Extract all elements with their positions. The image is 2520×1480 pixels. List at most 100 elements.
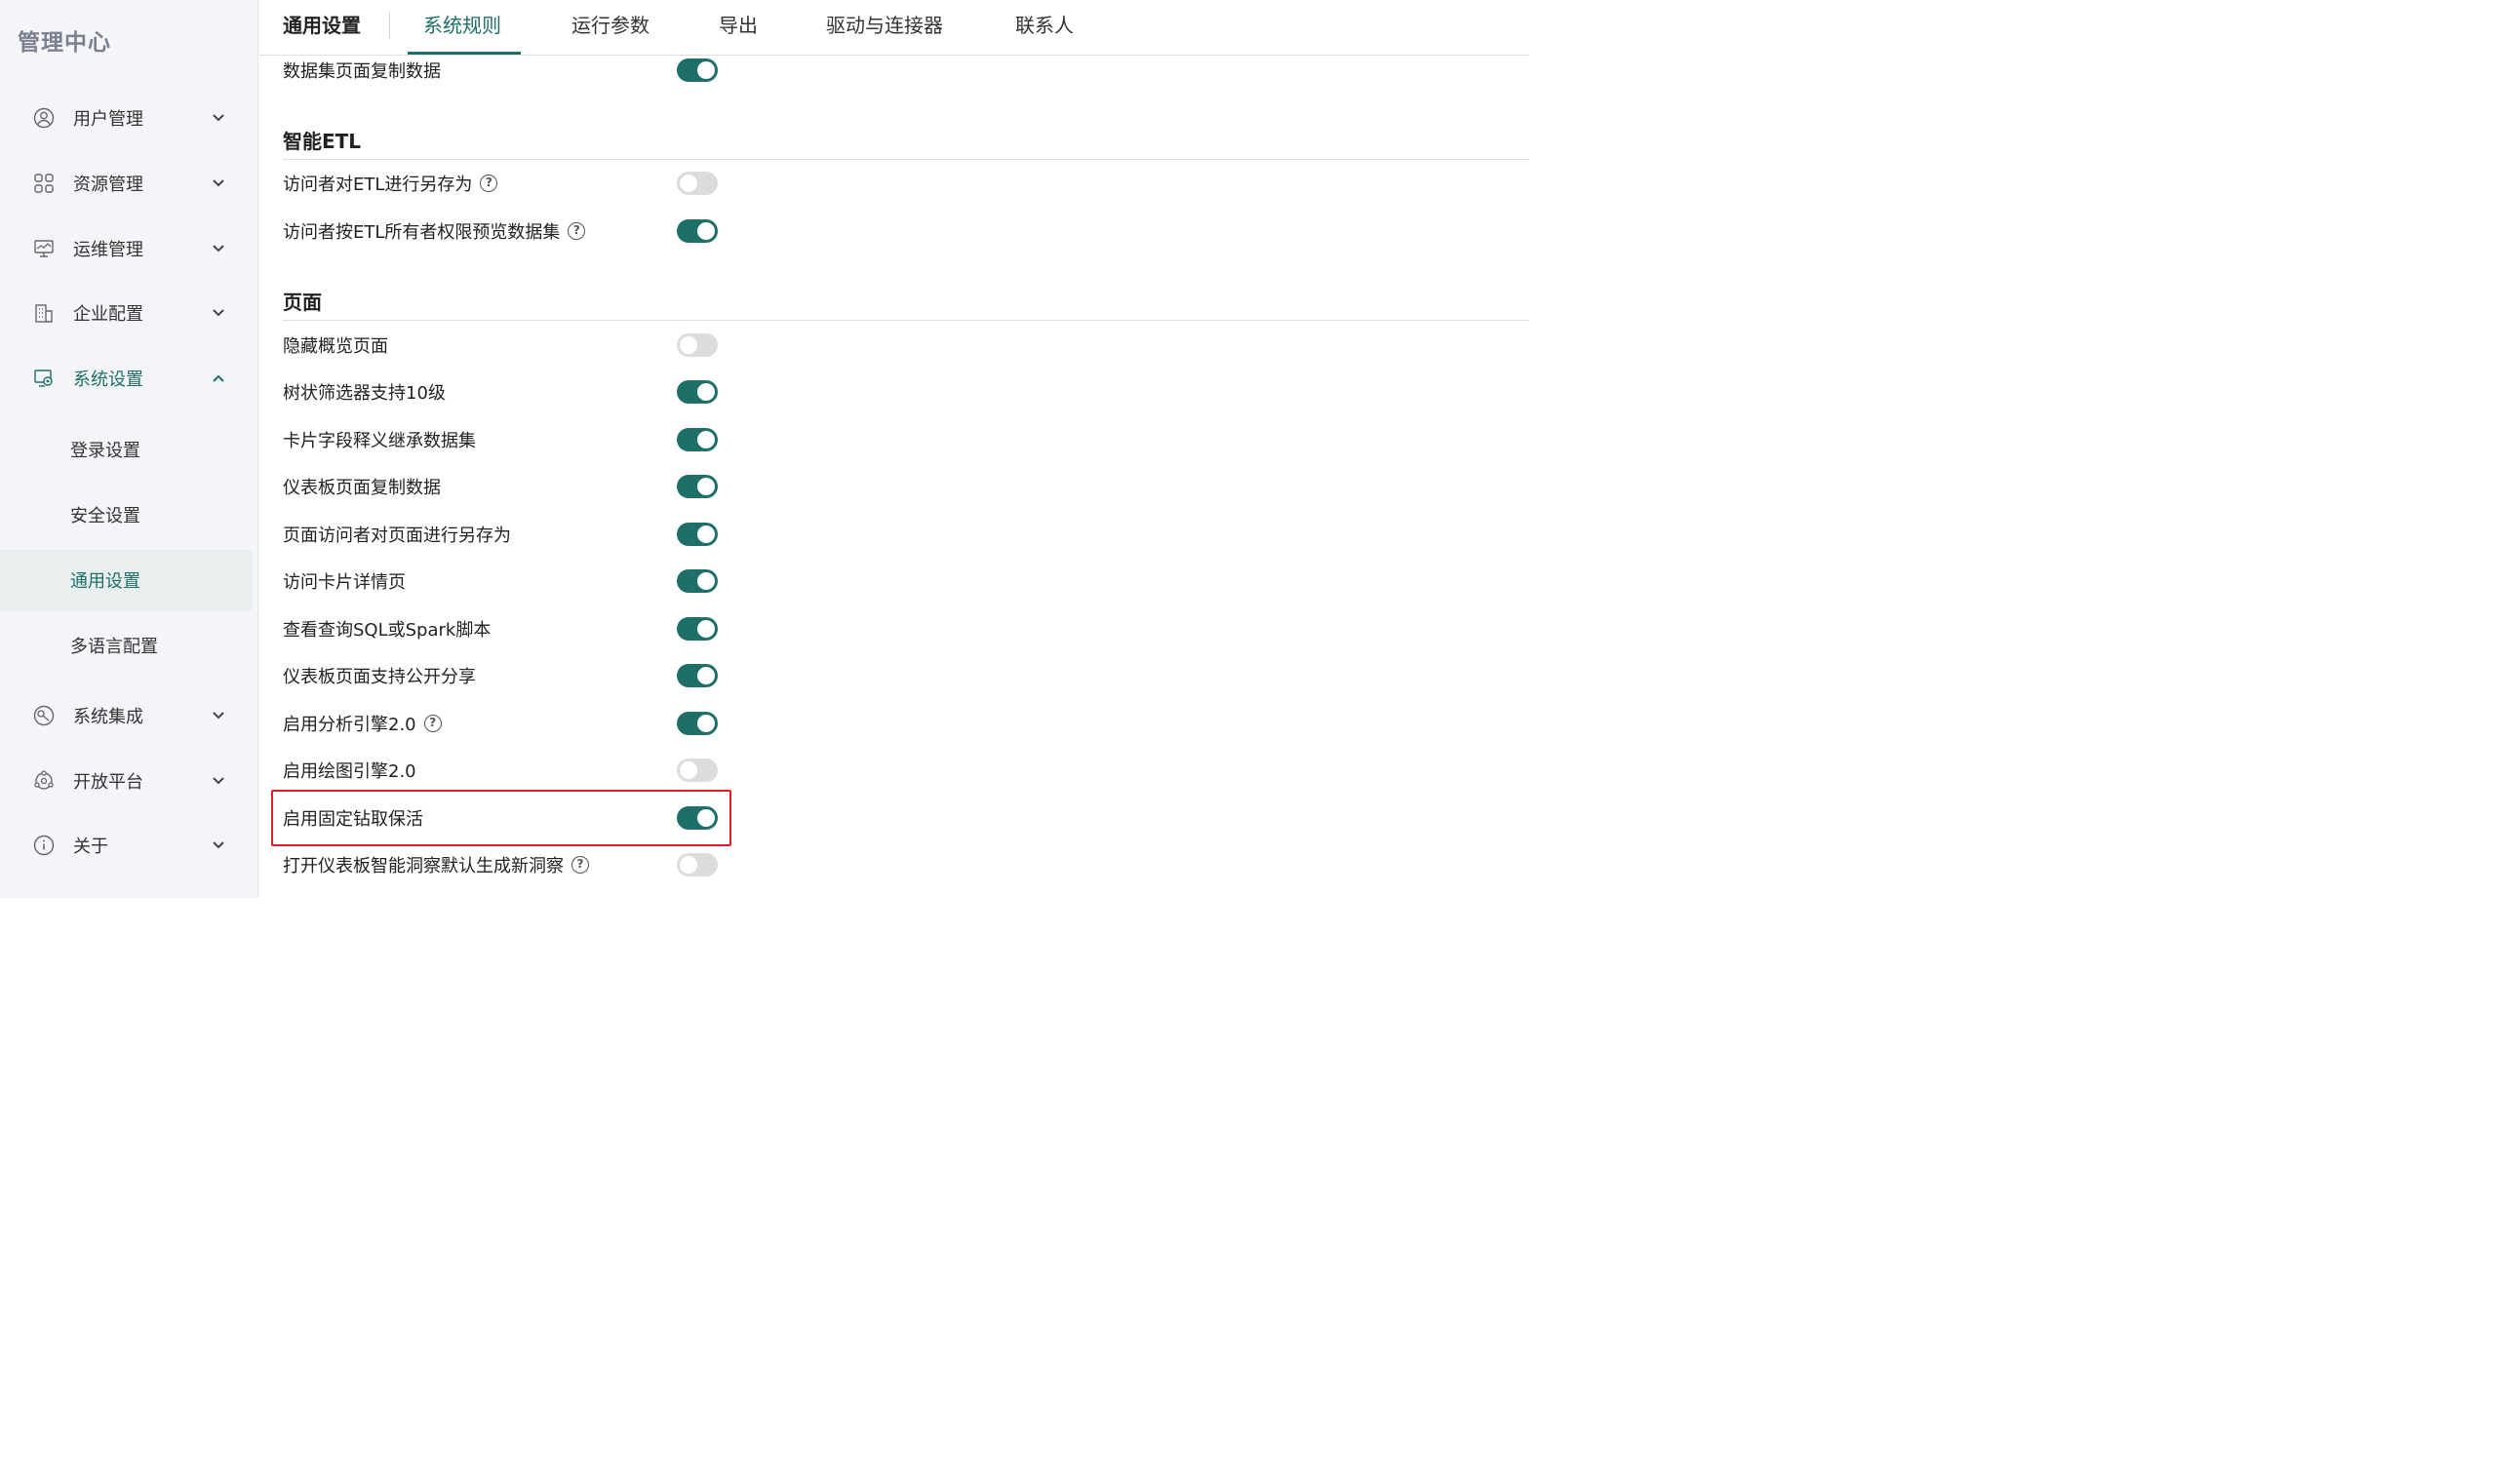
setting-label-text: 访问者对ETL进行另存为 [283,175,473,195]
chevron-up-icon [213,374,224,382]
sidebar-item-label: 企业配置 [73,304,143,325]
toggle-drawing-engine-2[interactable] [677,759,718,782]
setting-row: 启用分析引擎2.0? [259,704,1040,743]
toggle-public-share[interactable] [677,664,718,687]
tab-drivers-connectors[interactable]: 驱动与连接器 [826,0,943,55]
setting-row: 树状筛选器支持10级 [259,372,1040,411]
setting-row: 打开仪表板智能洞察默认生成新洞察? [259,845,1040,884]
sidebar-item-ops-management[interactable]: 运维管理 [0,219,252,278]
toggle-hide-overview[interactable] [677,333,718,357]
setting-label-text: 仪表板页面支持公开分享 [283,667,476,687]
toggle-smart-insight-default[interactable] [677,853,718,876]
toggle-card-field-inherit[interactable] [677,428,718,451]
sidebar: 管理中心 用户管理 资源管理 运维管理 企业配置 系统设置 登录设置 安全设置 … [0,0,258,898]
integration-icon [33,705,55,726]
tab-export[interactable]: 导出 [719,0,758,55]
chevron-down-icon [213,309,224,317]
sidebar-subitem-language-config[interactable]: 多语言配置 [0,615,252,676]
chevron-down-icon [213,777,224,785]
monitor-icon [34,240,54,257]
sidebar-subitem-label: 通用设置 [70,571,140,592]
toggle-dataset-copy-data[interactable] [677,58,718,82]
section-title-pages: 页面 [283,291,322,314]
info-icon [33,835,55,856]
setting-label: 数据集页面复制数据 [283,58,441,83]
tab-runtime-params[interactable]: 运行参数 [571,0,650,55]
setting-label: 打开仪表板智能洞察默认生成新洞察? [283,852,589,877]
setting-label: 访问者按ETL所有者权限预览数据集? [283,218,586,244]
section-title-smart-etl: 智能ETL [283,130,362,153]
chevron-down-icon [213,841,224,849]
setting-row: 卡片字段释义继承数据集 [259,420,1040,459]
setting-row: 仪表板页面支持公开分享 [259,656,1040,695]
sidebar-item-about[interactable]: 关于 [0,816,252,875]
sidebar-item-open-platform[interactable]: 开放平台 [0,752,252,810]
sidebar-subitem-security-settings[interactable]: 安全设置 [0,485,252,545]
setting-row: 访问者对ETL进行另存为? [259,164,1040,203]
sidebar-subitem-login-settings[interactable]: 登录设置 [0,419,252,480]
sidebar-subitem-general-settings[interactable]: 通用设置 [0,550,252,610]
setting-row: 数据集页面复制数据 [259,51,1040,90]
setting-label: 页面访问者对页面进行另存为 [283,522,511,547]
settings-content: 数据集页面复制数据 智能ETL 访问者对ETL进行另存为? 访问者按ETL所有者… [259,56,1529,898]
setting-label-text: 启用分析引擎2.0 [283,715,416,735]
toggle-etl-save-as[interactable] [677,172,718,195]
toggle-card-detail[interactable] [677,569,718,593]
sidebar-subitem-label: 登录设置 [70,441,140,461]
sidebar-item-enterprise-config[interactable]: 企业配置 [0,284,252,342]
toggle-dashboard-copy-data[interactable] [677,475,718,498]
toggle-page-save-as[interactable] [677,523,718,546]
sidebar-item-system-settings[interactable]: 系统设置 [0,349,252,408]
sidebar-item-system-integration[interactable]: 系统集成 [0,686,252,745]
setting-label: 启用绘图引擎2.0 [283,758,416,783]
sidebar-subitem-label: 多语言配置 [70,637,158,657]
help-icon[interactable]: ? [480,175,498,192]
sidebar-item-label: 开放平台 [73,772,143,793]
help-icon[interactable]: ? [568,222,586,240]
grid-icon [34,174,54,193]
sidebar-item-label: 关于 [73,837,108,857]
user-circle-icon [33,107,55,129]
toggle-fixed-drill-keepalive[interactable] [677,806,718,830]
help-icon[interactable]: ? [571,856,589,874]
chevron-down-icon [213,245,224,253]
setting-label-text: 访问者按ETL所有者权限预览数据集 [283,222,561,243]
setting-label: 访问者对ETL进行另存为? [283,171,498,196]
setting-row: 访问卡片详情页 [259,562,1040,601]
page-title: 通用设置 [283,14,361,37]
toggle-etl-owner-preview[interactable] [677,219,718,243]
tab-system-rules[interactable]: 系统规则 [408,0,521,55]
top-tab-bar: 通用设置 系统规则 运行参数 导出 驱动与连接器 联系人 [259,0,1529,56]
sidebar-item-resource-management[interactable]: 资源管理 [0,154,252,213]
setting-label-text: 查看查询SQL或Spark脚本 [283,620,492,641]
setting-label: 卡片字段释义继承数据集 [283,427,476,452]
toggle-view-sql-spark[interactable] [677,617,718,641]
app-root: 管理中心 用户管理 资源管理 运维管理 企业配置 系统设置 登录设置 安全设置 … [0,0,1529,898]
setting-row: 访问者按ETL所有者权限预览数据集? [259,212,1040,251]
setting-label-text: 启用固定钻取保活 [283,809,423,830]
setting-label-text: 卡片字段释义继承数据集 [283,431,476,451]
setting-label-text: 页面访问者对页面进行另存为 [283,526,511,546]
tab-contacts[interactable]: 联系人 [1015,0,1074,55]
setting-row: 隐藏概览页面 [259,326,1040,365]
setting-row: 启用绘图引擎2.0 [259,751,1040,790]
setting-label-text: 树状筛选器支持10级 [283,383,446,404]
setting-row: 页面访问者对页面进行另存为 [259,515,1040,554]
toggle-analysis-engine-2[interactable] [677,712,718,735]
sidebar-item-label: 运维管理 [73,240,143,260]
section-divider [283,320,1529,321]
tab-divider [389,12,390,39]
setting-label-text: 隐藏概览页面 [283,336,388,357]
building-icon [35,304,53,323]
sidebar-item-user-management[interactable]: 用户管理 [0,89,252,147]
setting-label-text: 打开仪表板智能洞察默认生成新洞察 [283,856,564,876]
setting-label-text: 数据集页面复制数据 [283,61,441,82]
toggle-tree-filter-10[interactable] [677,380,718,404]
sidebar-subitem-label: 安全设置 [70,506,140,526]
setting-label: 启用固定钻取保活 [283,805,423,831]
setting-label: 访问卡片详情页 [283,568,406,594]
setting-label-text: 访问卡片详情页 [283,572,406,593]
app-title: 管理中心 [18,30,111,56]
setting-row: 仪表板页面复制数据 [259,467,1040,506]
help-icon[interactable]: ? [423,715,442,732]
